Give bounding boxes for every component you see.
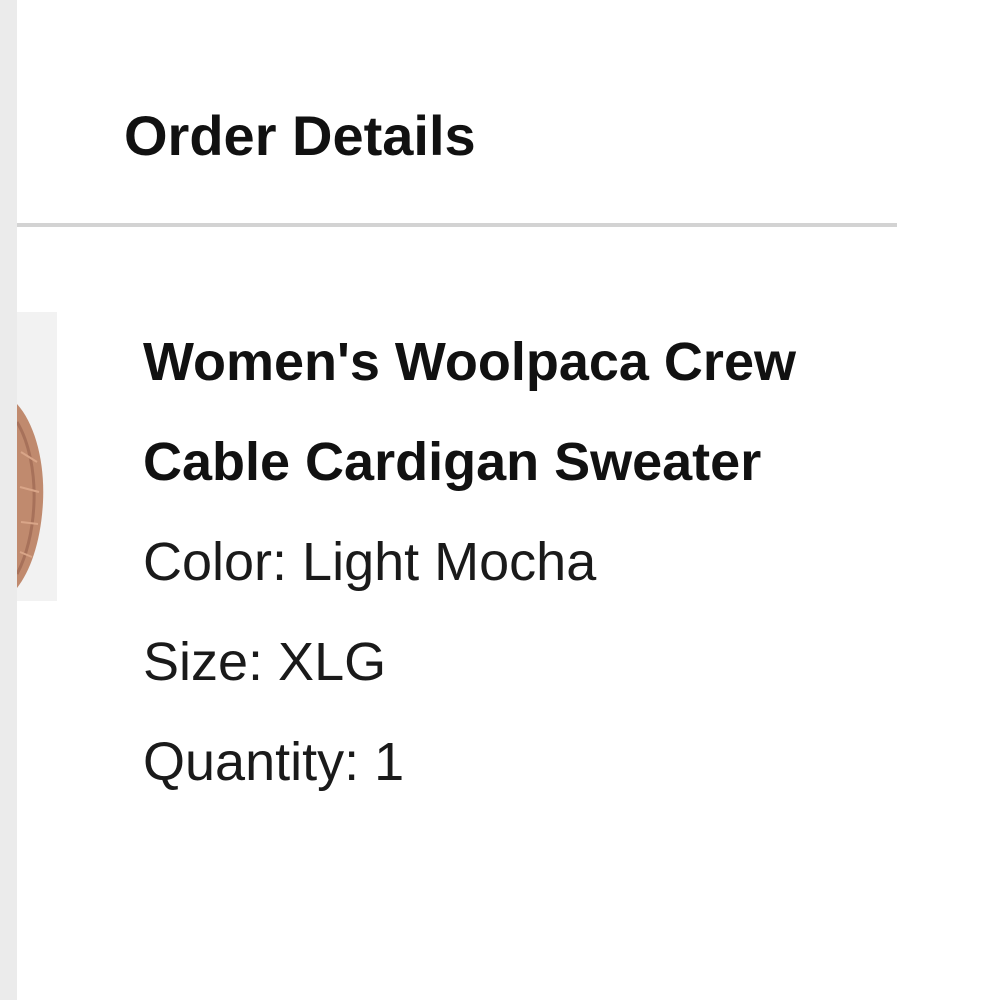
sweater-image [17,404,44,588]
left-panel-edge [0,0,17,1000]
page-title: Order Details [124,104,476,167]
product-thumbnail[interactable] [17,312,57,601]
product-color: Color: Light Mocha [143,532,597,592]
order-item-details: Women's Woolpaca Crew Cable Cardigan Swe… [143,322,903,812]
product-size: Size: XLG [143,632,387,692]
product-quantity: Quantity: 1 [143,732,405,792]
product-name[interactable]: Women's Woolpaca Crew Cable Cardigan Swe… [143,312,903,512]
header-divider [17,223,897,227]
